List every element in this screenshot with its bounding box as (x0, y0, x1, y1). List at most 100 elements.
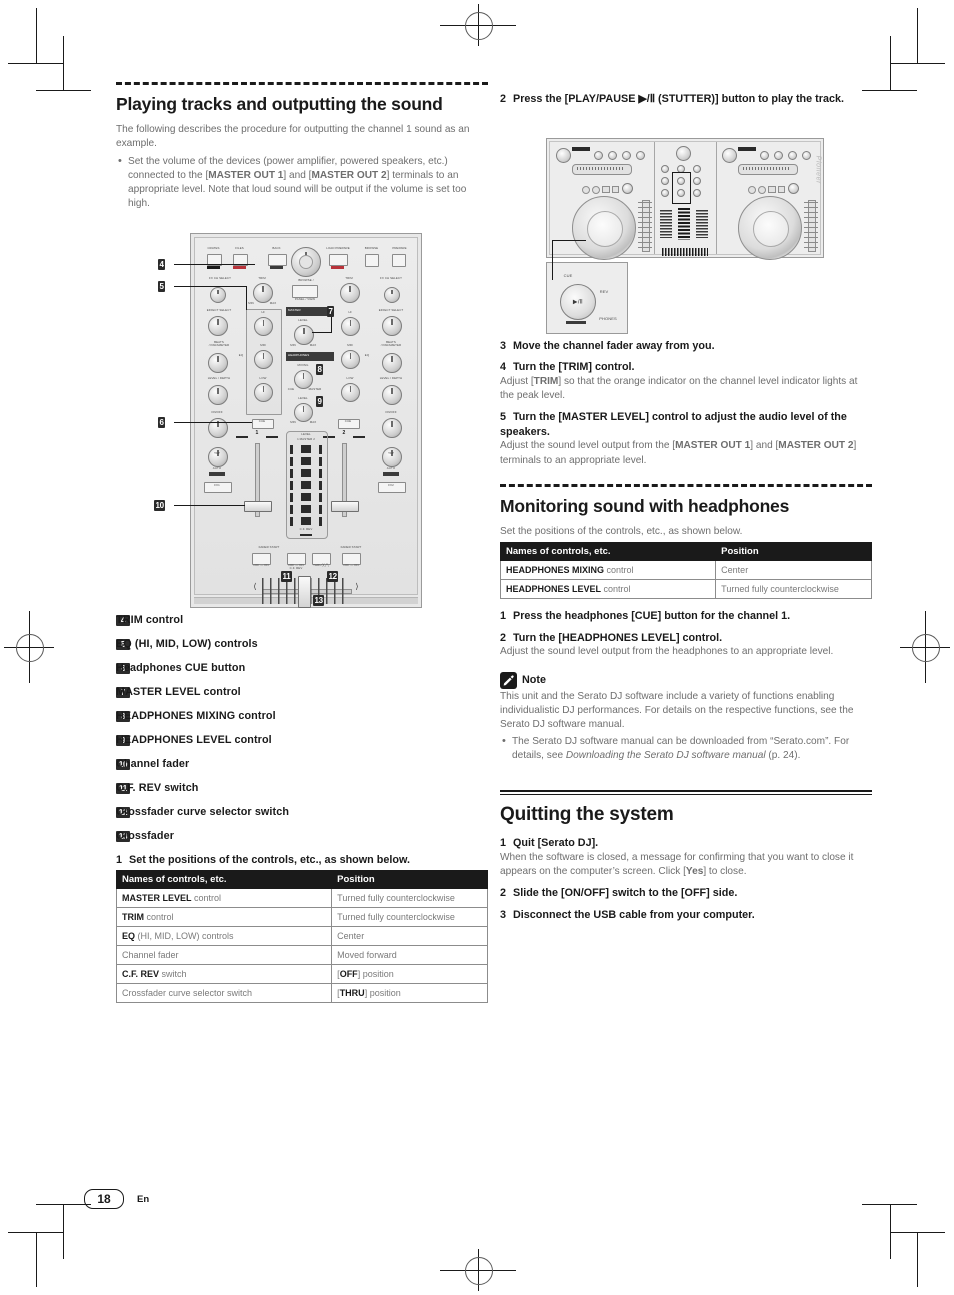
trim-label-ch1: TRIM (258, 276, 266, 280)
browse-label: BROWSE (364, 246, 379, 250)
intro-bullet-list: Set the volume of the devices (power amp… (116, 154, 488, 212)
monitoring-intro: Set the positions of the controls, etc.,… (500, 525, 743, 537)
eq-hi-knob-ch2 (341, 317, 360, 336)
master-level-label: LEVEL (298, 318, 308, 322)
cf-rev-meter-indicator (300, 534, 312, 536)
table-header-row: Names of controls, etc. Position (499, 542, 872, 562)
step-heading: 3 Move the channel fader away from you. (500, 339, 715, 352)
back-indicator (270, 266, 283, 269)
step-heading: 2 Press the [PLAY/PAUSE ▶/Ⅱ (STUTTER)] bu… (500, 93, 844, 105)
step-heading: 2 Turn the [HEADPHONES LEVEL] control. (500, 631, 723, 644)
max-label-hp: MAX (309, 420, 317, 424)
callout-number-13: 13 (313, 595, 325, 606)
pioneer-brand-label: Pioneer (814, 155, 821, 184)
right-deck-hotcue-2 (758, 186, 766, 194)
channel-2-number: 2 (342, 430, 346, 436)
level-depth-knob-left (208, 385, 228, 405)
master-side-label: MASTER (308, 387, 322, 391)
right-deck-knob-2 (774, 151, 783, 160)
off-on-label-1: OFF — ON (253, 563, 269, 567)
list-item: 5 EQ (HI, MID, LOW) controls (116, 637, 488, 651)
right-deck-knob-3 (788, 151, 797, 160)
fx-ch-select-label-left: FX CH SELECT (209, 276, 231, 280)
channel-fader-cap-1 (244, 501, 272, 512)
deck-center-fader-3 (696, 210, 708, 238)
rotary-selector-center (299, 255, 313, 269)
table-row: Channel fader Moved forward (115, 944, 488, 965)
right-deck-tempo-ticks (804, 202, 818, 248)
right-deck-jog-wheel (738, 196, 802, 260)
deck-center-divider-right (716, 142, 717, 254)
off-on-label-2: OFF — ON (343, 563, 359, 567)
auto-indicator-right (383, 472, 399, 476)
legend-label: EQ (HI, MID, LOW) controls (116, 638, 258, 651)
fx1-label: FX1 (214, 483, 220, 487)
step-4: 4 Turn the [TRIM] control. Adjust [TRIM] … (500, 360, 872, 403)
language-code: En (137, 1193, 150, 1205)
legend-label: MASTER LEVEL control (116, 686, 241, 699)
auto-label-left: AUTO (212, 466, 222, 470)
cf-rev-meter-label: C.F. REV (299, 527, 313, 531)
page-number: 18 (84, 1189, 124, 1209)
quit-step-2: 2 Slide the [ON/OFF] switch to the [OFF] … (500, 886, 872, 901)
left-deck-hotcue-1 (582, 186, 590, 194)
cell-position: Turned fully counterclockwise (715, 579, 872, 600)
callout-number-9: 9 (316, 396, 324, 407)
deck-center-fader-1 (660, 210, 672, 238)
page-title: Playing tracks and outputting the sound (116, 94, 443, 114)
registration-mark-right (900, 611, 950, 683)
cell-name: Crossfader curve selector switch (115, 982, 333, 1003)
cell-position: [OFF] position (331, 963, 488, 984)
legend-label: Headphones CUE button (116, 662, 246, 675)
deck-center-knob-c2 (693, 177, 701, 185)
channel-fader-cap-2 (331, 501, 359, 512)
thru-label: THRU ╳ ╱╲ (313, 563, 329, 567)
crossfader-cap (298, 576, 311, 608)
min-label-hp: MIN (290, 420, 296, 424)
auto-indicator-left (209, 472, 225, 476)
note-body: This unit and the Serato DJ software inc… (500, 690, 854, 730)
deck-center-rotary (676, 146, 691, 161)
left-deck-knob-1 (594, 151, 603, 160)
right-deck-waveform-dots (743, 167, 791, 170)
crossfader-arrow-right: ⟩ (355, 582, 359, 591)
controls-position-table: Names of controls, etc. Position MASTER … (115, 869, 488, 1003)
step-description: Adjust [TRIM] so that the orange indicat… (500, 375, 858, 401)
eq-hi-label-ch2: HI (348, 310, 352, 314)
control-legend: 4 TRIM control 5 EQ (HI, MID, LOW) control… (116, 613, 488, 843)
fx-ch-select-knob-right (384, 287, 400, 303)
step-heading: 3 Disconnect the USB cable from your comp… (500, 908, 755, 921)
trim-knob-ch2 (340, 283, 360, 303)
right-deck-knob-4 (802, 151, 811, 160)
panel-view-label: PANEL / VIEW (294, 297, 316, 301)
eq-hi-label-ch1: HI (261, 310, 265, 314)
table-row: MASTER LEVEL control Turned fully counte… (115, 887, 488, 908)
left-deck-hotcue-4 (612, 186, 619, 193)
back-button (268, 254, 287, 266)
prepare-label: PREPARE (392, 246, 407, 250)
max-label-trim1: MAX (269, 301, 277, 305)
step-3: 3 Move the channel fader away from you. (500, 339, 872, 354)
step-heading: 1 Quit [Serato DJ]. (500, 837, 599, 850)
section-dashed-rule (500, 483, 872, 487)
column-header-position: Position (715, 542, 872, 562)
deck-center-fader-2 (678, 208, 690, 240)
beats-label-right: BEATS / PARAMETER (380, 340, 402, 348)
closeup-leader-line-v (552, 240, 553, 280)
table-row: Crossfader curve selector switch [THRU] … (115, 982, 488, 1003)
note-title: Note (522, 674, 546, 686)
max-label-master: MAX (309, 343, 317, 347)
cue-label-ch1: CUE (258, 419, 266, 423)
eq-mid-label-ch2: MID (347, 343, 353, 347)
load-prepare-label: LOAD PREPARE (326, 246, 350, 250)
list-item: 12 Crossfader curve selector switch (116, 805, 488, 819)
rev-label-closeup: REV (599, 289, 609, 294)
left-deck-hotcue-2 (592, 186, 600, 194)
monitoring-step-2: 2 Turn the [HEADPHONES LEVEL] control. Ad… (500, 631, 872, 660)
table-row: HEADPHONES LEVEL control Turned fully co… (499, 579, 872, 600)
cell-position: Center (331, 925, 488, 946)
master-level-knob (294, 325, 314, 345)
list-item: 10 Channel fader (116, 757, 488, 771)
list-item: 13 Crossfader (116, 829, 488, 843)
registration-mark-top (440, 4, 516, 46)
